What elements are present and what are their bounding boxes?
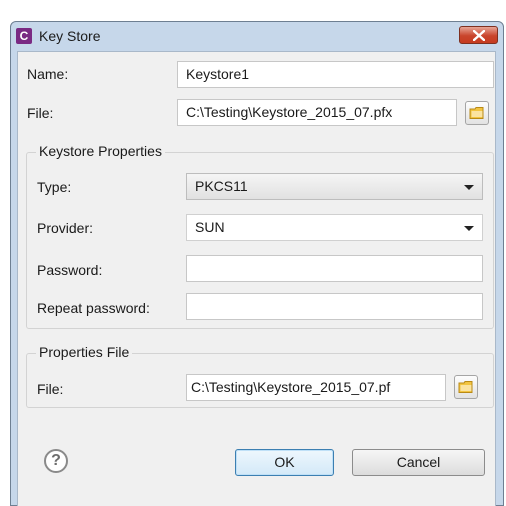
repeat-password-input[interactable]	[186, 293, 483, 320]
repeat-password-label: Repeat password:	[37, 300, 150, 316]
properties-file-title: Properties File	[36, 344, 133, 360]
type-select-value: PKCS11	[195, 178, 248, 194]
chevron-down-icon	[464, 226, 474, 231]
file-input[interactable]: C:\Testing\Keystore_2015_07.pfx	[177, 99, 457, 126]
type-label: Type:	[37, 179, 72, 195]
folder-icon	[469, 107, 484, 119]
provider-label: Provider:	[37, 220, 94, 236]
app-icon: C	[16, 28, 32, 44]
window-title: Key Store	[39, 28, 101, 44]
password-label: Password:	[37, 262, 103, 278]
close-icon	[473, 30, 485, 41]
chevron-down-icon	[464, 185, 474, 190]
help-icon[interactable]: ?	[44, 449, 68, 473]
password-input[interactable]	[186, 255, 483, 282]
provider-select-value: SUN	[195, 219, 225, 235]
cancel-button[interactable]: Cancel	[352, 449, 485, 476]
title-bar[interactable]: C Key Store	[11, 22, 503, 52]
properties-file-label: File:	[37, 381, 64, 397]
properties-file-browse-button[interactable]	[454, 375, 478, 399]
type-select[interactable]: PKCS11	[186, 173, 483, 200]
provider-select[interactable]: SUN	[186, 214, 483, 241]
file-label: File:	[27, 105, 54, 121]
close-button[interactable]	[459, 26, 498, 44]
file-browse-button[interactable]	[465, 101, 489, 125]
name-input[interactable]: Keystore1	[177, 61, 494, 88]
keystore-properties-title: Keystore Properties	[36, 143, 165, 159]
properties-file-input[interactable]: C:\Testing\Keystore_2015_07.pf	[186, 374, 446, 401]
ok-button[interactable]: OK	[235, 449, 334, 476]
name-label: Name:	[27, 66, 69, 82]
folder-icon	[458, 381, 473, 393]
